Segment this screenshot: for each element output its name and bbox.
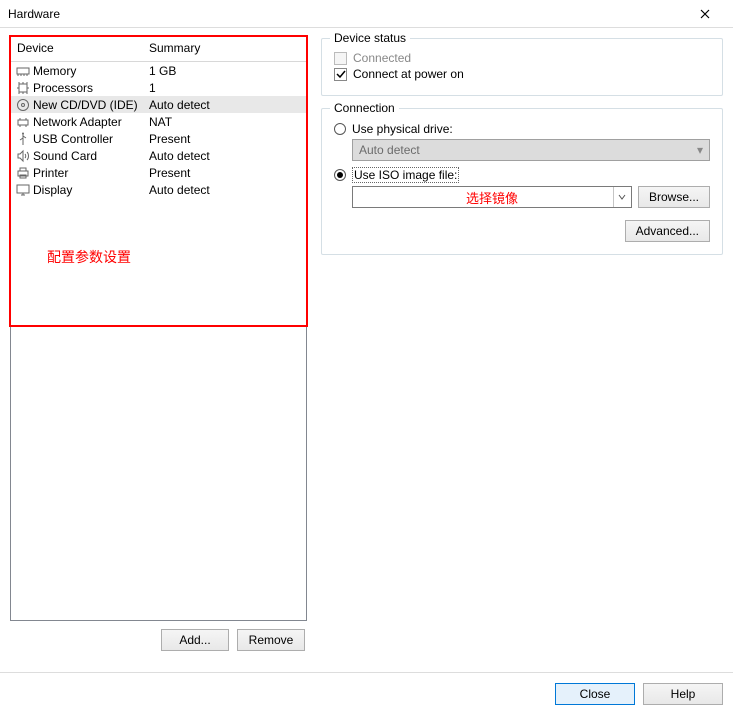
device-name: Memory xyxy=(33,64,149,78)
checkmark-icon xyxy=(336,69,346,79)
device-panel: Device Summary Memory1 GBProcessors1New … xyxy=(10,36,307,651)
iso-overlay-text: 选择镜像 xyxy=(466,188,518,207)
window-title: Hardware xyxy=(8,7,60,21)
titlebar: Hardware xyxy=(0,0,733,28)
device-name: Display xyxy=(33,183,149,197)
chevron-down-icon: ▾ xyxy=(697,143,703,157)
device-name: Sound Card xyxy=(33,149,149,163)
device-list-header: Device Summary xyxy=(11,37,306,62)
device-row[interactable]: Network AdapterNAT xyxy=(11,113,306,130)
iso-path-row: 选择镜像 Browse... xyxy=(352,186,710,208)
poweron-label: Connect at power on xyxy=(353,67,464,81)
iso-radio[interactable] xyxy=(334,169,346,181)
device-row[interactable]: New CD/DVD (IDE)Auto detect xyxy=(11,96,306,113)
sound-icon xyxy=(15,148,31,164)
display-icon xyxy=(15,182,31,198)
physical-drive-label: Use physical drive: xyxy=(352,122,453,136)
device-summary: 1 xyxy=(149,81,156,95)
printer-icon xyxy=(15,165,31,181)
iso-combo-arrow[interactable] xyxy=(613,187,631,207)
device-name: Network Adapter xyxy=(33,115,149,129)
physical-drive-radio[interactable] xyxy=(334,123,346,135)
device-row[interactable]: DisplayAuto detect xyxy=(11,181,306,198)
help-button[interactable]: Help xyxy=(643,683,723,705)
right-panel: Device status Connected Connect at power… xyxy=(321,36,723,651)
connection-legend: Connection xyxy=(330,101,399,115)
device-summary: Present xyxy=(149,166,190,180)
device-buttons: Add... Remove xyxy=(10,629,307,651)
physical-drive-value: Auto detect xyxy=(359,143,420,157)
radio-dot-icon xyxy=(337,172,343,178)
physical-drive-radio-row[interactable]: Use physical drive: xyxy=(334,122,710,136)
device-row[interactable]: PrinterPresent xyxy=(11,164,306,181)
device-name: USB Controller xyxy=(33,132,149,146)
close-button[interactable]: Close xyxy=(555,683,635,705)
connected-checkbox xyxy=(334,52,347,65)
iso-radio-row[interactable]: Use ISO image file: xyxy=(334,167,710,183)
device-row[interactable]: Processors1 xyxy=(11,79,306,96)
header-summary: Summary xyxy=(149,41,200,55)
window-close-button[interactable] xyxy=(685,0,725,27)
connection-group: Connection Use physical drive: Auto dete… xyxy=(321,108,723,255)
device-summary: Auto detect xyxy=(149,98,210,112)
device-row[interactable]: Memory1 GB xyxy=(11,62,306,79)
device-name: Processors xyxy=(33,81,149,95)
device-name: Printer xyxy=(33,166,149,180)
content-area: Device Summary Memory1 GBProcessors1New … xyxy=(0,28,733,651)
bottom-buttons: Close Help xyxy=(555,683,723,705)
iso-path-combo[interactable]: 选择镜像 xyxy=(352,186,632,208)
remove-button[interactable]: Remove xyxy=(237,629,305,651)
add-button[interactable]: Add... xyxy=(161,629,229,651)
annotation-config-label: 配置参数设置 xyxy=(47,247,131,267)
device-summary: Auto detect xyxy=(149,183,210,197)
close-icon xyxy=(700,9,710,19)
device-status-legend: Device status xyxy=(330,31,410,45)
device-row[interactable]: Sound CardAuto detect xyxy=(11,147,306,164)
usb-icon xyxy=(15,131,31,147)
device-status-group: Device status Connected Connect at power… xyxy=(321,38,723,96)
device-name: New CD/DVD (IDE) xyxy=(33,98,149,112)
device-summary: Auto detect xyxy=(149,149,210,163)
poweron-checkbox-row[interactable]: Connect at power on xyxy=(334,67,710,81)
header-device: Device xyxy=(17,41,149,55)
disc-icon xyxy=(15,97,31,113)
device-summary: NAT xyxy=(149,115,172,129)
device-rows: Memory1 GBProcessors1New CD/DVD (IDE)Aut… xyxy=(11,62,306,198)
device-summary: 1 GB xyxy=(149,64,176,78)
bottom-separator xyxy=(0,672,733,673)
network-icon xyxy=(15,114,31,130)
advanced-button[interactable]: Advanced... xyxy=(625,220,710,242)
advanced-row: Advanced... xyxy=(334,220,710,242)
cpu-icon xyxy=(15,80,31,96)
connected-checkbox-row: Connected xyxy=(334,51,710,65)
device-list[interactable]: Device Summary Memory1 GBProcessors1New … xyxy=(10,36,307,621)
device-row[interactable]: USB ControllerPresent xyxy=(11,130,306,147)
connected-label: Connected xyxy=(353,51,411,65)
memory-icon xyxy=(15,63,31,79)
poweron-checkbox[interactable] xyxy=(334,68,347,81)
chevron-down-icon xyxy=(618,193,626,201)
physical-drive-combo: Auto detect ▾ xyxy=(352,139,710,161)
device-summary: Present xyxy=(149,132,190,146)
browse-button[interactable]: Browse... xyxy=(638,186,710,208)
iso-label: Use ISO image file: xyxy=(352,167,459,183)
